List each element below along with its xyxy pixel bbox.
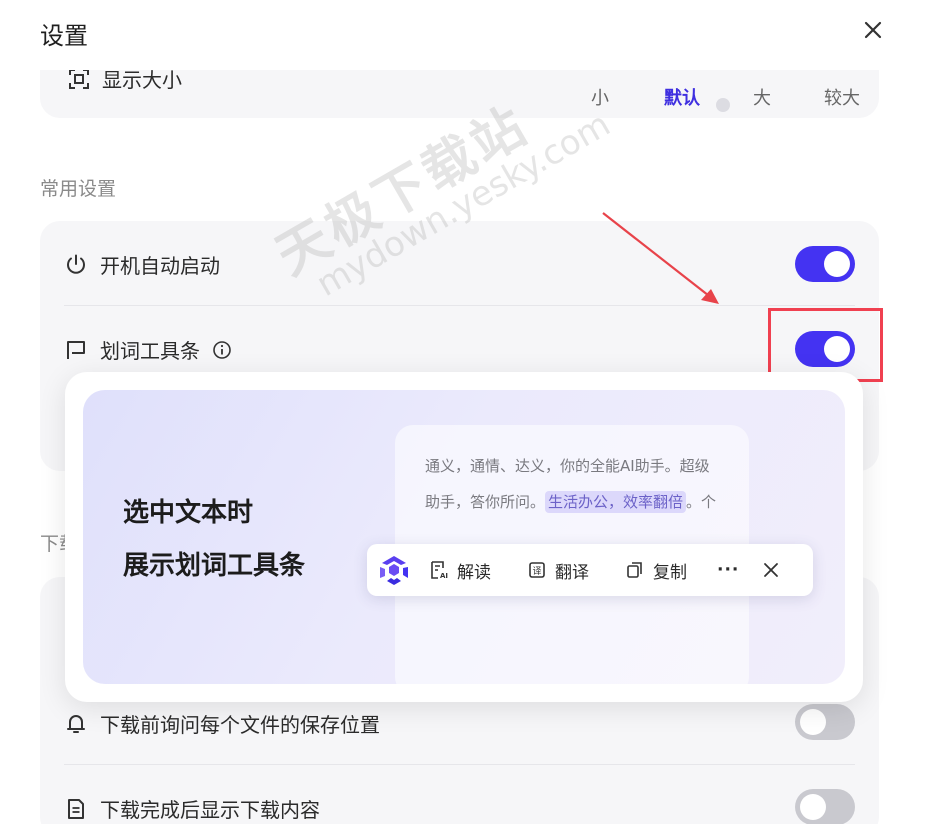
close-icon bbox=[764, 563, 778, 577]
power-icon bbox=[67, 254, 85, 274]
doc-text-after: 。个 bbox=[686, 493, 717, 511]
more-label: ··· bbox=[717, 560, 740, 580]
flag-icon bbox=[67, 340, 85, 359]
size-option-small[interactable]: 小 bbox=[591, 84, 609, 110]
info-icon[interactable] bbox=[212, 340, 232, 360]
interpret-button[interactable]: AI 解读 bbox=[429, 544, 491, 596]
word-toolbar-label: 划词工具条 bbox=[100, 339, 200, 363]
ask-save-location-row: 下载前询问每个文件的保存位置 bbox=[64, 709, 380, 738]
size-option-large[interactable]: 大 bbox=[753, 84, 771, 110]
word-toolbar-preview: AI 解读 译 翻译 复制 ··· bbox=[367, 544, 813, 596]
svg-text:AI: AI bbox=[440, 572, 448, 580]
display-size-icon bbox=[69, 68, 89, 89]
preview-headline-1: 选中文本时 bbox=[123, 498, 254, 528]
close-icon bbox=[864, 21, 882, 39]
show-downloads-toggle[interactable] bbox=[795, 789, 855, 824]
copy-button[interactable]: 复制 bbox=[625, 544, 687, 596]
show-downloads-row: 下载完成后显示下载内容 bbox=[64, 794, 320, 823]
annotation-highlight-box bbox=[768, 308, 883, 382]
toggle-knob bbox=[800, 709, 826, 735]
settings-page: 设置 显示大小 小 默认 大 较大 常用设置 开机自动启动 划词工具条 下载 下… bbox=[0, 0, 927, 824]
header: 设置 bbox=[0, 0, 927, 70]
word-toolbar-row: 划词工具条 bbox=[64, 335, 232, 364]
bell-icon bbox=[67, 714, 85, 733]
tongyi-logo-icon bbox=[380, 556, 408, 585]
word-toolbar-preview-popup: 选中文本时 展示划词工具条 通义，通情、达义，你的全能AI助手。超级 助手，答你… bbox=[65, 372, 863, 702]
size-option-larger[interactable]: 较大 bbox=[824, 84, 860, 110]
close-toolbar-button[interactable] bbox=[761, 544, 781, 596]
preview-headline-2: 展示划词工具条 bbox=[123, 551, 306, 581]
toggle-knob bbox=[824, 251, 850, 277]
interpret-label: 解读 bbox=[457, 562, 491, 583]
doc-text-before: 助手，答你所问。 bbox=[425, 493, 546, 511]
autostart-label: 开机自动启动 bbox=[100, 254, 220, 278]
document-icon bbox=[68, 798, 84, 819]
doc-selected-text: 生活办公，效率翻倍 bbox=[545, 491, 687, 513]
preview-banner: 选中文本时 展示划词工具条 通义，通情、达义，你的全能AI助手。超级 助手，答你… bbox=[83, 390, 845, 684]
common-settings-heading: 常用设置 bbox=[40, 178, 117, 200]
autostart-toggle[interactable] bbox=[795, 246, 855, 282]
translate-label: 翻译 bbox=[555, 562, 589, 583]
page-title: 设置 bbox=[40, 22, 88, 50]
show-downloads-label: 下载完成后显示下载内容 bbox=[100, 798, 320, 822]
autostart-row: 开机自动启动 bbox=[64, 250, 220, 279]
divider bbox=[64, 305, 855, 306]
preview-doc-line-2: 助手，答你所问。 生活办公，效率翻倍 。个 bbox=[425, 491, 717, 513]
divider bbox=[64, 764, 855, 765]
copy-label: 复制 bbox=[653, 562, 687, 583]
size-option-default[interactable]: 默认 bbox=[664, 84, 700, 110]
translate-button[interactable]: 译 翻译 bbox=[527, 544, 589, 596]
ai-doc-icon: AI bbox=[431, 561, 448, 580]
ask-save-location-toggle[interactable] bbox=[795, 704, 855, 740]
annotation-arrow-icon bbox=[602, 212, 719, 304]
translate-icon: 译 bbox=[529, 562, 545, 578]
toggle-knob bbox=[800, 794, 826, 820]
svg-text:译: 译 bbox=[533, 566, 542, 577]
ask-save-location-label: 下载前询问每个文件的保存位置 bbox=[100, 713, 380, 737]
close-button[interactable] bbox=[858, 15, 888, 45]
copy-icon bbox=[627, 562, 642, 578]
size-slider-thumb[interactable] bbox=[716, 98, 730, 112]
preview-doc-line-1: 通义，通情、达义，你的全能AI助手。超级 bbox=[425, 457, 710, 475]
more-button[interactable]: ··· bbox=[717, 544, 739, 596]
